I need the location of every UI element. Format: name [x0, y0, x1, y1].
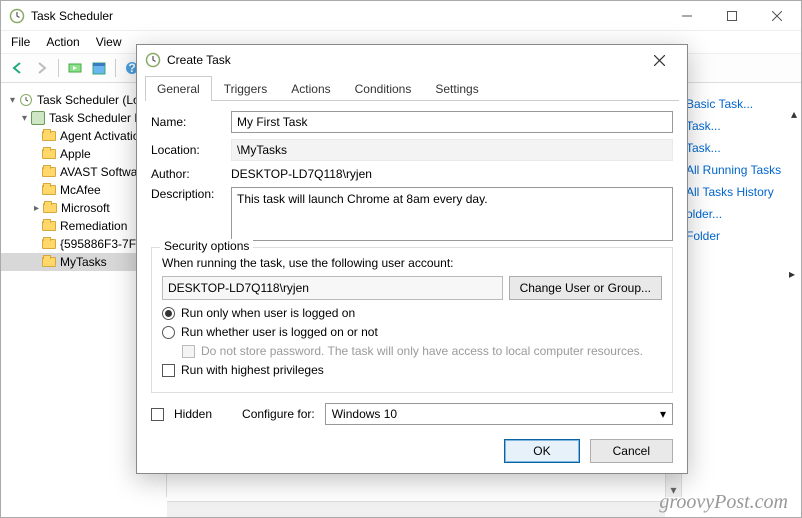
action-history[interactable]: All Tasks History	[686, 181, 797, 203]
tab-general[interactable]: General	[145, 76, 212, 101]
ok-button[interactable]: OK	[504, 439, 579, 463]
author-label: Author:	[151, 167, 231, 181]
security-prompt: When running the task, use the following…	[162, 256, 662, 270]
checkbox-highest[interactable]	[162, 364, 175, 377]
dialog-close-button[interactable]	[639, 46, 679, 74]
main-titlebar: Task Scheduler	[1, 1, 801, 31]
nostore-label: Do not store password. The task will onl…	[201, 344, 643, 358]
description-input[interactable]	[231, 187, 673, 241]
cancel-button[interactable]: Cancel	[590, 439, 673, 463]
location-value: \MyTasks	[231, 139, 673, 161]
name-label: Name:	[151, 115, 231, 129]
calendar-icon[interactable]	[88, 57, 110, 79]
forward-button[interactable]	[31, 57, 53, 79]
maximize-button[interactable]	[709, 2, 754, 30]
security-legend: Security options	[160, 239, 253, 253]
clock-icon	[18, 92, 34, 108]
close-button[interactable]	[754, 2, 799, 30]
hidden-label: Hidden	[174, 407, 212, 421]
back-button[interactable]	[7, 57, 29, 79]
app-icon	[9, 8, 25, 24]
tab-triggers[interactable]: Triggers	[212, 76, 280, 101]
library-icon	[30, 110, 46, 126]
radio-icon	[162, 307, 175, 320]
radio-logged-on[interactable]: Run only when user is logged on	[162, 306, 662, 320]
action-task2[interactable]: Task...	[686, 137, 797, 159]
create-task-dialog: Create Task General Triggers Actions Con…	[136, 44, 688, 474]
watermark: groovyPost.com	[659, 491, 788, 514]
expand-icon[interactable]: ▸	[789, 267, 795, 281]
menu-action[interactable]: Action	[46, 35, 79, 49]
name-input[interactable]	[231, 111, 673, 133]
actions-pane: ▴ Basic Task... Task... Task... All Runn…	[681, 87, 801, 497]
configure-label: Configure for:	[242, 407, 315, 421]
tab-settings[interactable]: Settings	[423, 76, 490, 101]
action-basic-task[interactable]: Basic Task...	[686, 93, 797, 115]
dialog-tabs: General Triggers Actions Conditions Sett…	[145, 75, 679, 101]
horizontal-scrollbar[interactable]	[167, 501, 665, 517]
action-folder[interactable]: older...	[686, 203, 797, 225]
radio-icon	[162, 326, 175, 339]
location-label: Location:	[151, 143, 231, 157]
dialog-icon	[145, 52, 161, 68]
menu-view[interactable]: View	[96, 35, 122, 49]
dialog-titlebar: Create Task	[137, 45, 687, 75]
dialog-title: Create Task	[167, 53, 639, 67]
security-options-group: Security options When running the task, …	[151, 247, 673, 393]
menu-file[interactable]: File	[11, 35, 30, 49]
svg-text:?: ?	[128, 61, 135, 75]
author-value: DESKTOP-LD7Q118\ryjen	[231, 167, 372, 181]
change-user-button[interactable]: Change User or Group...	[509, 276, 662, 300]
configure-for-select[interactable]: Windows 10 ▾	[325, 403, 673, 425]
radio-logged-off[interactable]: Run whether user is logged on or not	[162, 325, 662, 339]
action-task[interactable]: Task...	[686, 115, 797, 137]
checkbox-nostore	[182, 345, 195, 358]
description-label: Description:	[151, 187, 231, 201]
tab-actions[interactable]: Actions	[279, 76, 342, 101]
highest-label: Run with highest privileges	[181, 363, 324, 377]
chevron-down-icon: ▾	[660, 407, 666, 421]
checkbox-hidden[interactable]	[151, 408, 164, 421]
action-running-tasks[interactable]: All Running Tasks	[686, 159, 797, 181]
main-title: Task Scheduler	[31, 9, 664, 23]
account-field: DESKTOP-LD7Q118\ryjen	[162, 276, 503, 300]
run-icon[interactable]	[64, 57, 86, 79]
tab-conditions[interactable]: Conditions	[343, 76, 424, 101]
action-folder2[interactable]: Folder	[686, 225, 797, 247]
minimize-button[interactable]	[664, 2, 709, 30]
